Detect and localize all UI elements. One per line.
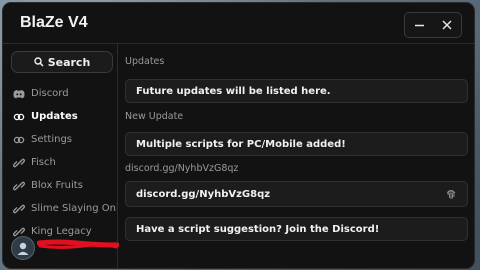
updates-icon (12, 110, 26, 124)
card-text: Multiple scripts for PC/Mobile added! (136, 138, 346, 150)
sidebar-item-label: Blox Fruits (31, 180, 83, 191)
app-window: BlaZe V4 Search Discord Updates Settings… (2, 2, 475, 269)
nav-list: Discord Updates Settings Fisch Blox Frui… (3, 82, 117, 243)
user-avatar-icon (17, 242, 29, 255)
card-text: Have a script suggestion? Join the Disco… (136, 223, 380, 235)
main-content: Updates Future updates will be listed he… (125, 55, 468, 241)
app-title: BlaZe V4 (20, 14, 88, 31)
settings-icon (12, 133, 26, 147)
script-icon (12, 202, 26, 216)
fingerprint-icon[interactable] (445, 188, 457, 200)
redaction-scribble (37, 239, 119, 249)
sidebar-item-blox-fruits[interactable]: Blox Fruits (3, 174, 117, 197)
close-icon (442, 20, 452, 30)
sidebar-item-label: Fisch (31, 157, 56, 168)
search-label: Search (47, 55, 91, 69)
section-label-updates: Updates (125, 56, 165, 67)
update-card-future: Future updates will be listed here. (125, 79, 468, 103)
script-icon (12, 156, 26, 170)
sidebar-item-label: Settings (31, 134, 73, 145)
search-icon (34, 57, 44, 67)
sidebar-item-discord[interactable]: Discord (3, 82, 117, 105)
update-card-new-scripts: Multiple scripts for PC/Mobile added! (125, 132, 468, 156)
sidebar-item-label: Updates (31, 111, 78, 122)
search-button[interactable]: Search (11, 51, 113, 73)
sidebar-item-settings[interactable]: Settings (3, 128, 117, 151)
discord-icon (12, 87, 26, 101)
section-label-discord-link: discord.gg/NyhbVzG8qz (125, 163, 239, 174)
sidebar-item-slime-slaying-online[interactable]: Slime Slaying Online (3, 197, 117, 220)
sidebar-item-label: King Legacy (31, 226, 92, 237)
script-icon (12, 179, 26, 193)
title-bar[interactable]: BlaZe V4 (3, 3, 474, 44)
sidebar-item-fisch[interactable]: Fisch (3, 151, 117, 174)
card-text: Future updates will be listed here. (136, 85, 331, 97)
close-button[interactable] (433, 13, 461, 37)
suggestion-card: Have a script suggestion? Join the Disco… (125, 217, 468, 241)
sidebar: Search Discord Updates Settings Fisch Bl… (3, 44, 119, 268)
sidebar-item-updates[interactable]: Updates (3, 105, 117, 128)
minimize-button[interactable] (405, 13, 433, 37)
discord-link-field[interactable]: discord.gg/NyhbVzG8qz (125, 181, 468, 207)
sidebar-item-label: Discord (31, 88, 69, 99)
minus-icon (414, 24, 424, 26)
window-controls (404, 12, 462, 38)
avatar[interactable] (11, 236, 35, 260)
sidebar-item-label: Slime Slaying Online (31, 203, 117, 214)
card-text: discord.gg/NyhbVzG8qz (136, 188, 271, 200)
section-label-new-update: New Update (125, 111, 184, 122)
